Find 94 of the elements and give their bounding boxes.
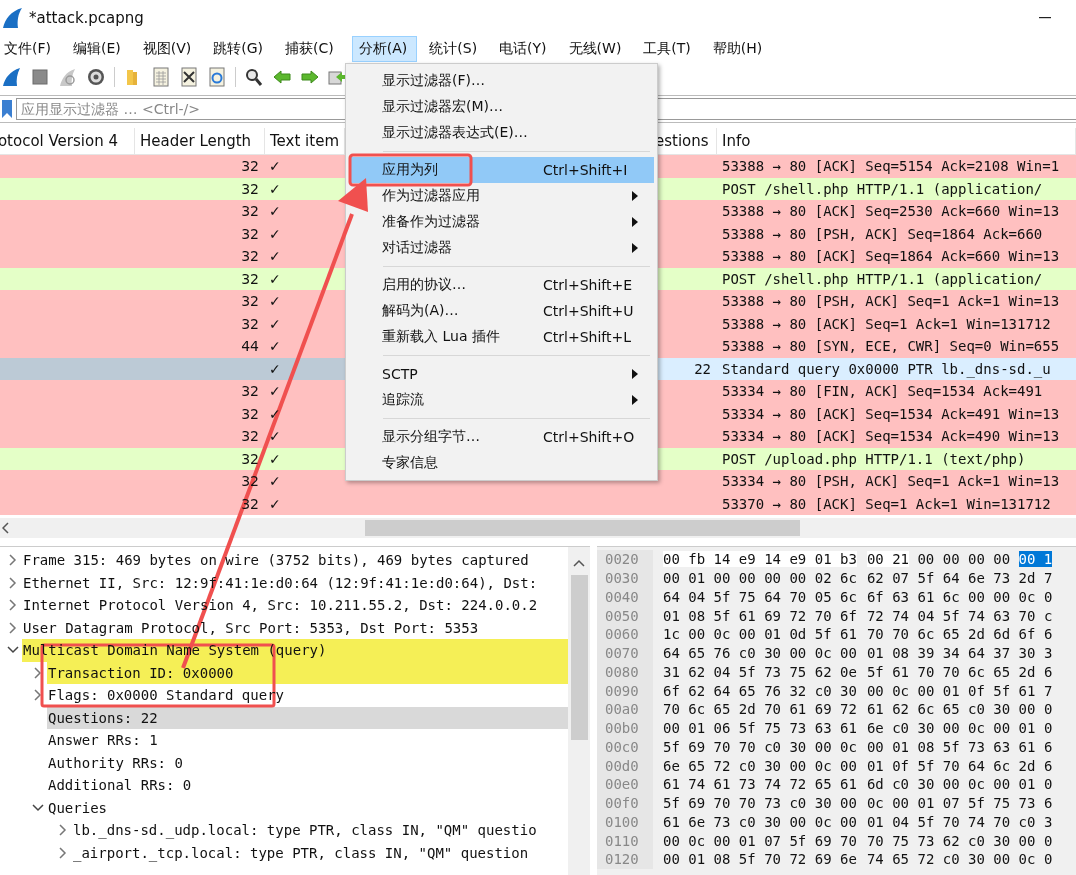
table-cell: 32 [241, 158, 259, 175]
table-cell: 32 [241, 225, 259, 242]
hex-bytes: 00 1 [1018, 551, 1053, 568]
check-mark: ✓ [269, 360, 281, 377]
hex-bytes: 61 62 6c 65 c0 30 00 0 [866, 701, 1053, 718]
check-mark: ✓ [269, 225, 281, 242]
byte-offset: 00e0 [597, 775, 653, 794]
check-mark: ✓ [269, 248, 281, 265]
table-cell: 32 [241, 495, 259, 512]
table-cell: POST /upload.php HTTP/1.1 (text/php) [722, 450, 1026, 467]
hex-bytes: 61 74 61 73 74 72 65 61 [663, 776, 857, 793]
hex-bytes: 00 00 00 00 [917, 551, 1011, 568]
check-mark: ✓ [269, 180, 281, 197]
hex-bytes: 6f 63 61 6c 00 00 0c 0 [866, 588, 1053, 605]
table-cell: 53334 → 80 [ACK] Seq=1534 Ack=490 Win=13 [722, 428, 1060, 445]
window-title: *attack.pcapng [29, 8, 144, 27]
table-cell: 32 [241, 383, 259, 400]
byte-offset: 0090 [597, 681, 653, 700]
table-cell: 53334 → 80 [ACK] Seq=1534 Ack=491 Win=13 [722, 405, 1060, 422]
table-cell: 32 [241, 270, 259, 287]
table-cell: 53388 → 80 [PSH, ACK] Seq=1 Ack=1 Win=13 [722, 293, 1060, 310]
table-cell: 32 [241, 315, 259, 332]
hex-bytes: 64 65 76 c0 30 00 0c 00 [663, 645, 857, 662]
hex-bytes: 6e c0 30 00 0c 00 01 0 [866, 720, 1053, 737]
hex-bytes: 1c 00 0c 00 01 0d 5f 61 [663, 626, 857, 643]
check-mark: ✓ [269, 203, 281, 220]
table-cell: 32 [241, 203, 259, 220]
table-cell: 22 [694, 360, 711, 377]
hex-bytes: 70 75 73 62 c0 30 00 0 [866, 832, 1053, 849]
check-mark: ✓ [269, 315, 281, 332]
check-mark: ✓ [269, 405, 281, 422]
byte-offset: 0120 [597, 850, 653, 869]
table-cell: 32 [241, 428, 259, 445]
table-cell: 32 [241, 180, 259, 197]
hex-bytes: 62 07 5f 64 6e 73 2d 7 [866, 570, 1053, 587]
hex-bytes: 5f 69 70 70 73 c0 30 00 [663, 795, 857, 812]
check-mark: ✓ [269, 473, 281, 490]
hex-bytes: 6f 62 64 65 76 32 c0 30 [663, 682, 857, 699]
hex-bytes: 0c 00 01 07 5f 75 73 6 [866, 795, 1053, 812]
hex-bytes: 5f 69 70 70 c0 30 00 0c [663, 738, 857, 755]
hex-bytes: 00 01 00 00 00 00 02 6c [663, 570, 857, 587]
byte-offset: 0020 [597, 550, 653, 569]
table-cell: 53388 → 80 [ACK] Seq=1 Ack=1 Win=131712 [722, 315, 1051, 332]
table-cell: 53388 → 80 [ACK] Seq=5154 Ack=2108 Win=1 [722, 158, 1060, 175]
hex-bytes: 74 65 72 c0 30 00 0c 0 [866, 851, 1053, 868]
table-cell: 53388 → 80 [PSH, ACK] Seq=1864 Ack=660 [722, 225, 1043, 242]
table-cell: 32 [241, 248, 259, 265]
hex-bytes: 64 04 5f 75 64 70 05 6c [663, 588, 857, 605]
table-cell: 53388 → 80 [SYN, ECE, CWR] Seq=0 Win=655 [722, 338, 1060, 355]
table-cell: 32 [241, 405, 259, 422]
table-cell: 32 [241, 293, 259, 310]
table-cell: 32 [241, 473, 259, 490]
table-cell: 53334 → 80 [PSH, ACK] Seq=1 Ack=1 Win=13 [722, 473, 1060, 490]
hex-bytes: 01 08 5f 61 69 72 70 6f [663, 607, 857, 624]
check-mark: ✓ [269, 428, 281, 445]
check-mark: ✓ [269, 495, 281, 512]
hex-bytes: 00 01 08 5f 73 63 61 6 [866, 738, 1053, 755]
hex-bytes: 00 21 [866, 551, 910, 568]
check-mark: ✓ [269, 293, 281, 310]
table-cell: 53388 → 80 [ACK] Seq=2530 Ack=660 Win=13 [722, 203, 1060, 220]
hex-bytes: 70 70 6c 65 2d 6d 6f 6 [866, 626, 1053, 643]
hex-bytes: 01 08 39 34 64 37 30 3 [866, 645, 1053, 662]
table-cell: 53388 → 80 [ACK] Seq=1864 Ack=660 Win=13 [722, 248, 1060, 265]
check-mark: ✓ [269, 450, 281, 467]
byte-offset: 0050 [597, 606, 653, 625]
table-cell: POST /shell.php HTTP/1.1 (application/ [722, 270, 1043, 287]
hex-bytes: 00 fb 14 e9 14 e9 01 b3 [663, 551, 857, 568]
check-mark: ✓ [269, 338, 281, 355]
hex-bytes: 01 0f 5f 70 64 6c 2d 6 [866, 757, 1053, 774]
hex-bytes: 00 0c 00 01 0f 5f 61 7 [866, 682, 1053, 699]
table-cell: 44 [241, 338, 259, 355]
table-cell: 53334 → 80 [FIN, ACK] Seq=1534 Ack=491 [722, 383, 1043, 400]
table-cell: POST /shell.php HTTP/1.1 (application/ [722, 180, 1043, 197]
table-cell: 53370 → 80 [ACK] Seq=1 Ack=1 Win=131712 [722, 495, 1051, 512]
hex-bytes: 5f 61 70 70 6c 65 2d 6 [866, 663, 1053, 680]
hex-bytes: 01 04 5f 70 74 70 c0 3 [866, 813, 1053, 830]
hex-bytes: 61 6e 73 c0 30 00 0c 00 [663, 813, 857, 830]
hex-bytes: 00 01 08 5f 70 72 69 6e [663, 851, 857, 868]
byte-offset: 00d0 [597, 756, 653, 775]
hex-bytes: 6e 65 72 c0 30 00 0c 00 [663, 757, 857, 774]
byte-offset: 0110 [597, 831, 653, 850]
hex-bytes: 00 01 06 5f 75 73 63 61 [663, 720, 857, 737]
hex-bytes: 31 62 04 5f 73 75 62 0e [663, 663, 857, 680]
table-cell: 32 [241, 450, 259, 467]
byte-offset: 00a0 [597, 700, 653, 719]
hex-bytes: 00 0c 00 01 07 5f 69 70 [663, 832, 857, 849]
hex-bytes: 72 74 04 5f 74 63 70 c [866, 607, 1053, 624]
hex-bytes: 70 6c 65 2d 70 61 69 72 [663, 701, 857, 718]
byte-offset: 0060 [597, 625, 653, 644]
check-mark: ✓ [269, 158, 281, 175]
check-mark: ✓ [269, 383, 281, 400]
check-mark: ✓ [269, 270, 281, 287]
hex-bytes: 6d c0 30 00 0c 00 01 0 [866, 776, 1053, 793]
table-cell: Standard query 0x0000 PTR lb._dns-sd._u [722, 360, 1051, 377]
